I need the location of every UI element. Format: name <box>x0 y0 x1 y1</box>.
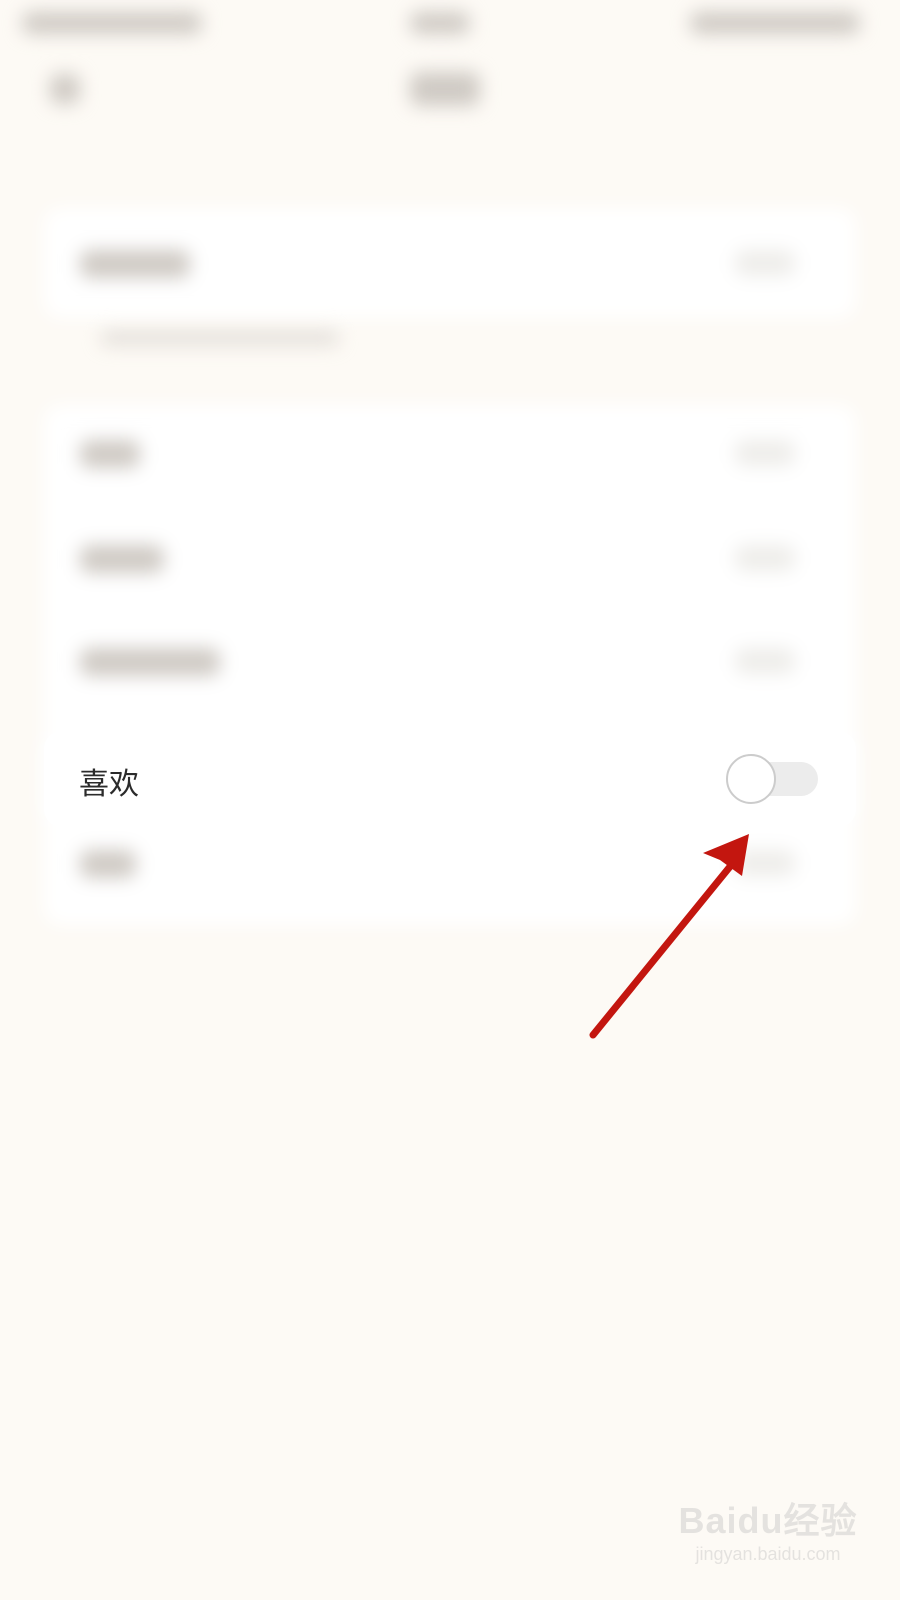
status-bar-left <box>22 12 202 34</box>
blurred-row-toggle <box>735 545 795 571</box>
blurred-row-label <box>80 250 190 278</box>
row-label: 喜欢 <box>79 767 139 802</box>
blurred-row-label <box>80 440 140 468</box>
watermark-main: Baidu经验 <box>678 1500 858 1541</box>
blurred-row-toggle <box>735 648 795 674</box>
blurred-row-toggle <box>735 850 795 876</box>
settings-card-top <box>44 208 856 318</box>
settings-card-list <box>44 405 856 925</box>
watermark-sub: jingyan.baidu.com <box>695 1544 841 1564</box>
toggle-knob <box>726 754 776 804</box>
blurred-row-toggle <box>735 250 795 276</box>
status-bar-center <box>410 12 470 34</box>
status-bar-right <box>690 12 860 34</box>
blurred-row-label <box>80 850 136 878</box>
page-title <box>410 72 480 106</box>
like-toggle-switch[interactable] <box>726 754 818 804</box>
blurred-row-label <box>80 545 164 573</box>
blurred-row-label <box>80 648 220 676</box>
blurred-row-toggle <box>735 440 795 466</box>
back-icon <box>50 74 80 104</box>
blurred-row-hint <box>100 330 340 346</box>
settings-row-like: 喜欢 <box>44 731 856 827</box>
baidu-jingyan-watermark: Baidu经验 jingyan.baidu.com <box>678 1492 858 1582</box>
